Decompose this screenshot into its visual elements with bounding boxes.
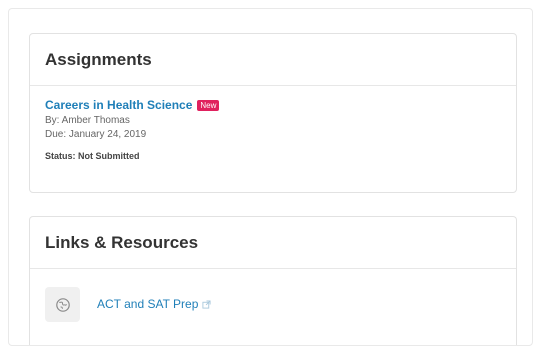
assignment-title-row: Careers in Health Science New	[45, 98, 516, 112]
dashboard-frame: Assignments Careers in Health Science Ne…	[8, 8, 533, 346]
resource-item[interactable]: ACT and SAT Prep	[30, 269, 516, 322]
links-heading: Links & Resources	[45, 232, 199, 252]
external-link-icon	[202, 298, 211, 312]
assignments-header: Assignments	[30, 34, 516, 86]
links-resources-card: Links & Resources ACT and SAT Prep	[29, 216, 517, 345]
new-badge: New	[197, 99, 220, 111]
assignment-status: Status: Not Submitted	[45, 151, 140, 161]
assignments-heading: Assignments	[45, 49, 152, 69]
assignment-author: By: Amber Thomas	[45, 115, 130, 126]
act-sat-prep-link[interactable]: ACT and SAT Prep	[97, 297, 211, 312]
assignment-due-date: Due: January 24, 2019	[45, 129, 147, 140]
assignment-item: Careers in Health Science New By: Amber …	[30, 86, 516, 161]
assignment-title-link[interactable]: Careers in Health Science	[45, 98, 192, 112]
globe-icon	[45, 287, 80, 322]
links-header: Links & Resources	[30, 217, 516, 269]
resource-link-label: ACT and SAT Prep	[97, 297, 199, 312]
assignments-card: Assignments Careers in Health Science Ne…	[29, 33, 517, 193]
